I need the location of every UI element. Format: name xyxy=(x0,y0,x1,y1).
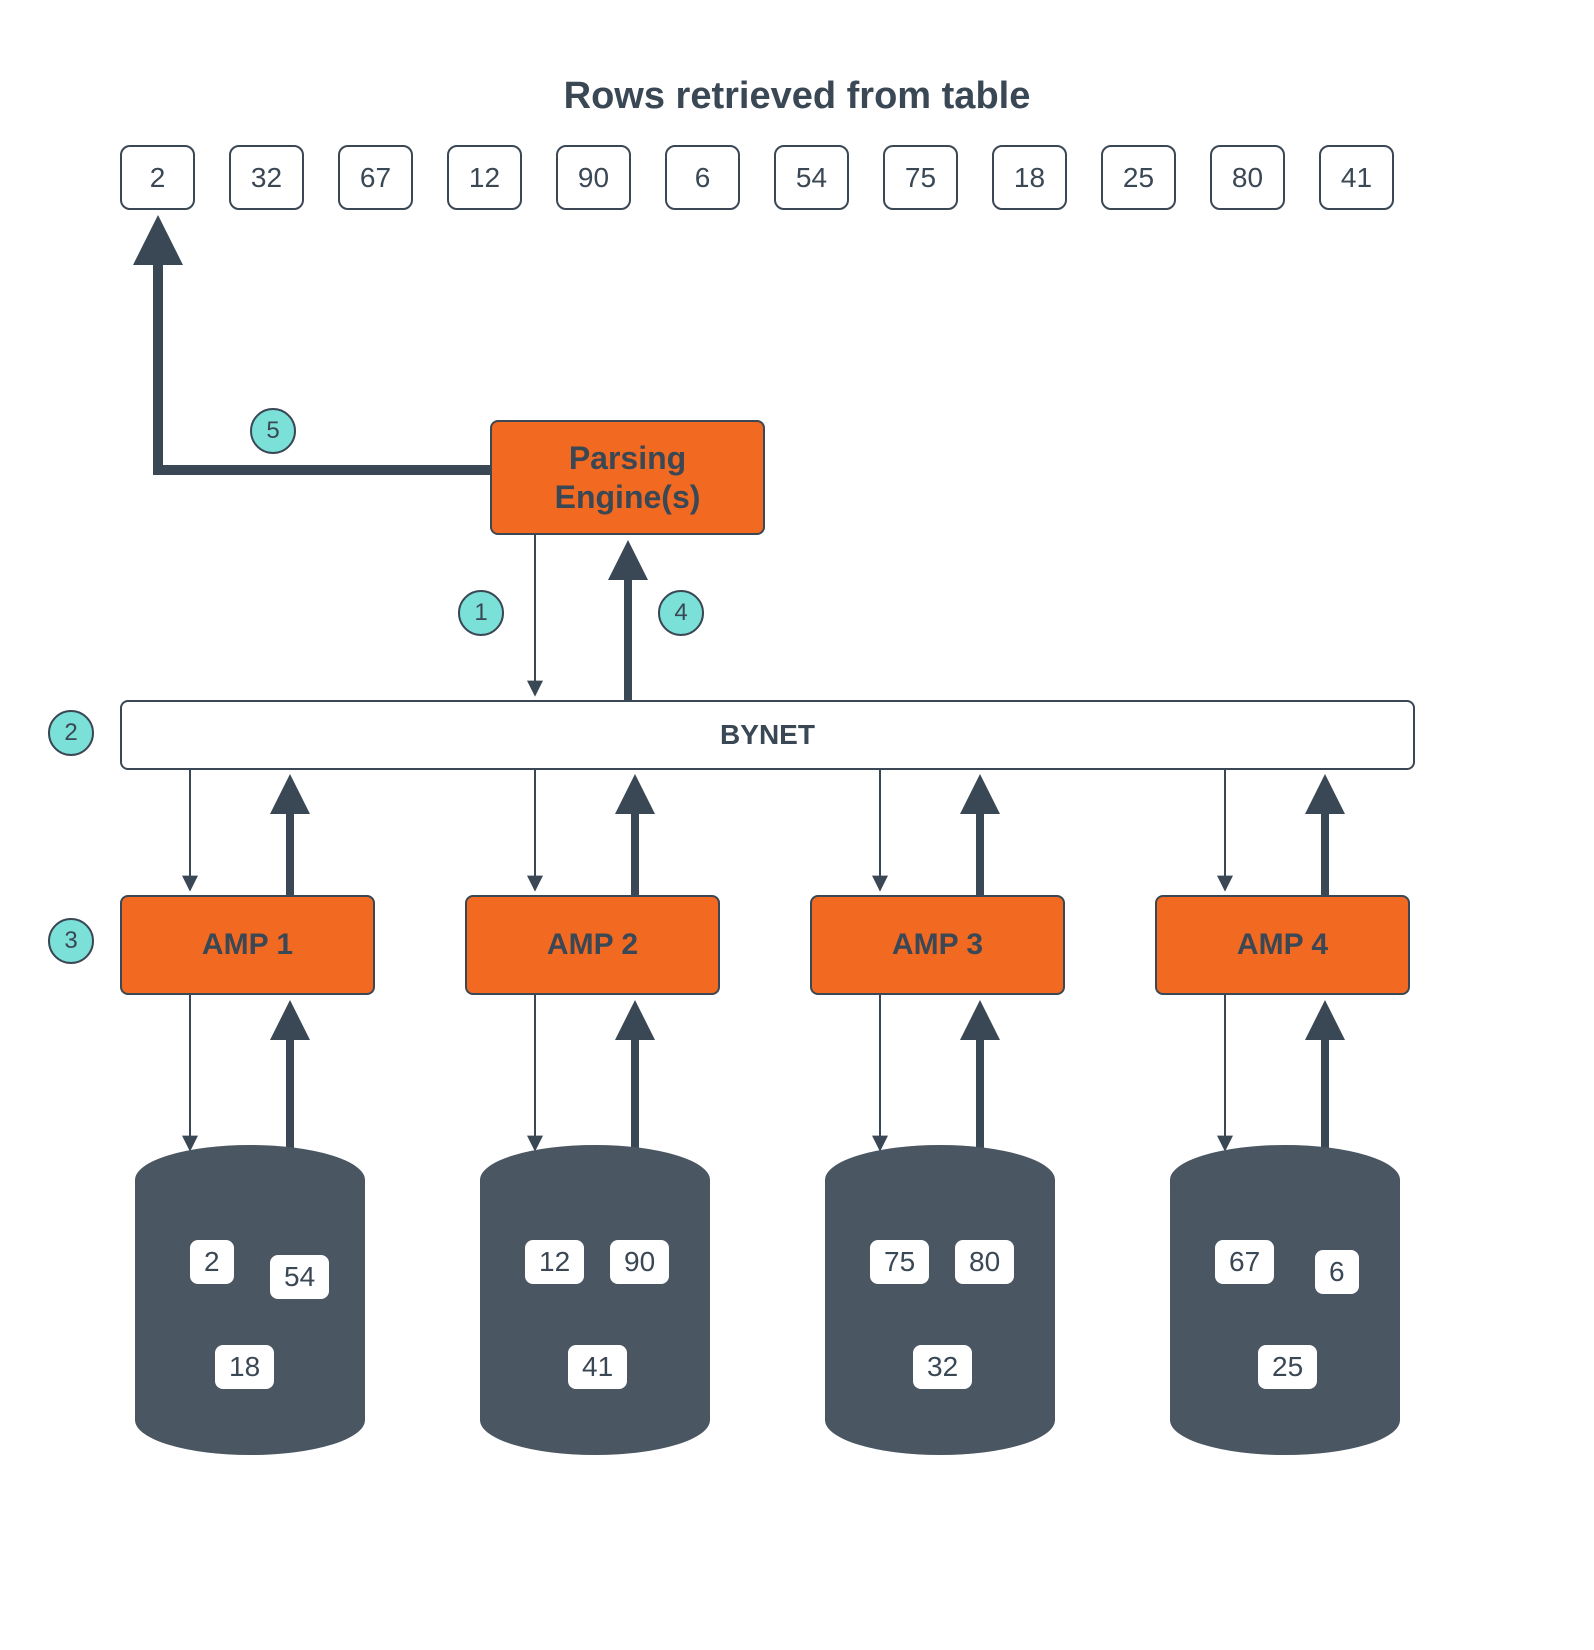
bynet-box: BYNET xyxy=(120,700,1415,770)
disk-chip: 18 xyxy=(215,1345,274,1389)
disk-chip: 54 xyxy=(270,1255,329,1299)
disk-chip: 12 xyxy=(525,1240,584,1284)
row-box: 67 xyxy=(338,145,413,210)
diagram-title: Rows retrieved from table xyxy=(0,75,1594,118)
step-circle: 3 xyxy=(48,918,94,964)
row-box: 18 xyxy=(992,145,1067,210)
step-circle: 5 xyxy=(250,408,296,454)
amp-box: AMP 4 xyxy=(1155,895,1410,995)
row-box: 80 xyxy=(1210,145,1285,210)
disk: 12 90 41 xyxy=(480,1145,710,1455)
disk: 2 54 18 xyxy=(135,1145,365,1455)
row-box: 54 xyxy=(774,145,849,210)
row-box: 75 xyxy=(883,145,958,210)
disk-chip: 6 xyxy=(1315,1250,1359,1294)
step-circle: 1 xyxy=(458,590,504,636)
disk-chip: 67 xyxy=(1215,1240,1274,1284)
amp-row: AMP 1 AMP 2 AMP 3 AMP 4 xyxy=(120,895,1410,995)
row-boxes-container: 2 32 67 12 90 6 54 75 18 25 80 41 xyxy=(120,145,1394,210)
disk-chip: 80 xyxy=(955,1240,1014,1284)
row-box: 41 xyxy=(1319,145,1394,210)
disk-chip: 25 xyxy=(1258,1345,1317,1389)
disk-chip: 90 xyxy=(610,1240,669,1284)
disk-chip: 41 xyxy=(568,1345,627,1389)
amp-box: AMP 2 xyxy=(465,895,720,995)
amp-box: AMP 3 xyxy=(810,895,1065,995)
disk: 67 6 25 xyxy=(1170,1145,1400,1455)
row-box: 6 xyxy=(665,145,740,210)
row-box: 32 xyxy=(229,145,304,210)
row-box: 25 xyxy=(1101,145,1176,210)
row-box: 12 xyxy=(447,145,522,210)
disk: 75 80 32 xyxy=(825,1145,1055,1455)
disk-chip: 2 xyxy=(190,1240,234,1284)
row-box: 2 xyxy=(120,145,195,210)
step-circle: 2 xyxy=(48,710,94,756)
disk-chip: 32 xyxy=(913,1345,972,1389)
disk-chip: 75 xyxy=(870,1240,929,1284)
row-box: 90 xyxy=(556,145,631,210)
disk-row: 2 54 18 12 90 41 75 80 32 67 6 25 xyxy=(135,1145,1400,1455)
step-circle: 4 xyxy=(658,590,704,636)
amp-box: AMP 1 xyxy=(120,895,375,995)
parsing-engine-box: ParsingEngine(s) xyxy=(490,420,765,535)
